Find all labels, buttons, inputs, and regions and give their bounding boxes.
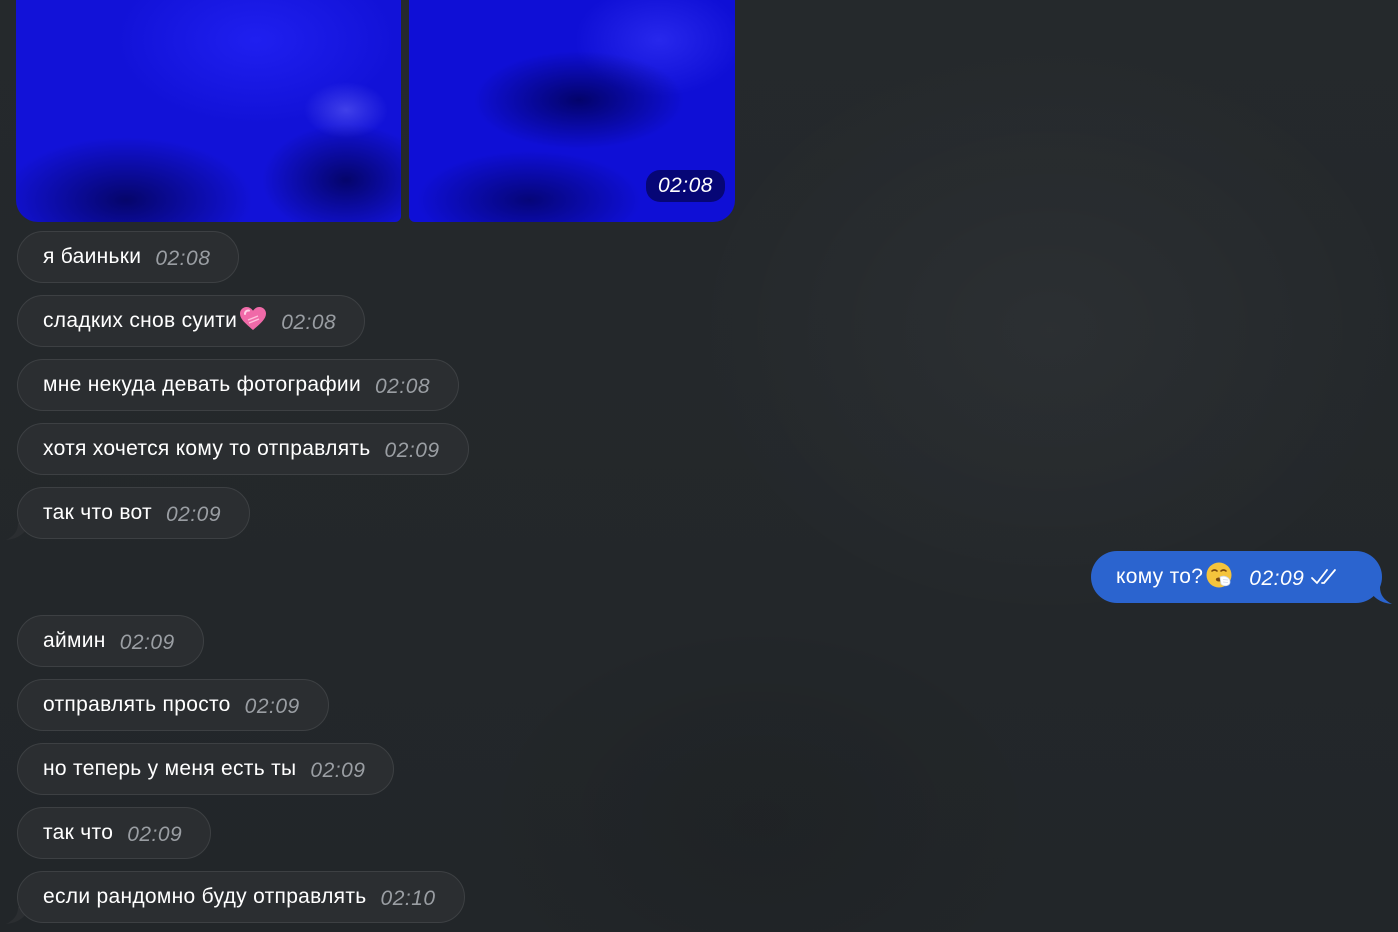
message-time: 02:08 — [375, 375, 431, 398]
message-time: 02:09 — [384, 439, 440, 462]
message-text: отправлять просто — [43, 693, 231, 716]
photo-album[interactable]: 02:08 — [16, 0, 735, 222]
sneezing-face-icon — [1205, 561, 1233, 594]
photo-thumbnail[interactable]: 02:08 — [409, 0, 735, 222]
incoming-message[interactable]: но теперь у меня есть ты 02:09 — [17, 743, 395, 795]
outgoing-message[interactable]: кому то? 02:09 — [1091, 551, 1382, 603]
message-time: 02:09 — [1249, 567, 1305, 590]
message-time: 02:09 — [165, 503, 222, 526]
incoming-message[interactable]: если рандомно буду отправлять 02:10 — [17, 871, 465, 923]
message-time: 02:09 — [310, 759, 366, 782]
incoming-message[interactable]: сладких снов суити 02:08 — [17, 295, 366, 347]
message-text: аймин — [43, 629, 106, 652]
message-text: мне некуда девать фотографии — [43, 373, 361, 396]
message-text: я баиньки — [43, 245, 142, 268]
album-timestamp: 02:08 — [645, 170, 725, 202]
message-time: 02:10 — [380, 887, 436, 910]
pink-heart-icon — [239, 306, 267, 337]
message-text: если рандомно буду отправлять — [43, 885, 367, 908]
photo-thumbnail[interactable] — [16, 0, 401, 222]
incoming-message[interactable]: я баиньки 02:08 — [17, 231, 240, 283]
message-text: так что вот — [43, 501, 152, 524]
incoming-message[interactable]: так что вот 02:09 — [17, 487, 251, 539]
incoming-message[interactable]: хотя хочется кому то отправлять 02:09 — [17, 423, 469, 475]
message-time: 02:08 — [155, 247, 211, 270]
message-text: сладких снов суити — [43, 309, 238, 332]
incoming-message[interactable]: мне некуда девать фотографии 02:08 — [17, 359, 460, 411]
message-time: 02:08 — [281, 311, 337, 334]
message-time: 02:09 — [244, 695, 300, 718]
message-time: 02:09 — [127, 823, 183, 846]
incoming-message[interactable]: аймин 02:09 — [17, 615, 204, 667]
read-double-check-icon — [1310, 567, 1342, 592]
incoming-message[interactable]: так что 02:09 — [17, 807, 212, 859]
message-text: хотя хочется кому то отправлять — [43, 437, 371, 460]
incoming-message[interactable]: отправлять просто 02:09 — [17, 679, 329, 731]
message-time: 02:09 — [119, 631, 175, 654]
message-text: но теперь у меня есть ты — [43, 757, 297, 780]
message-text: так что — [43, 821, 114, 844]
message-text: кому то? — [1116, 565, 1204, 588]
